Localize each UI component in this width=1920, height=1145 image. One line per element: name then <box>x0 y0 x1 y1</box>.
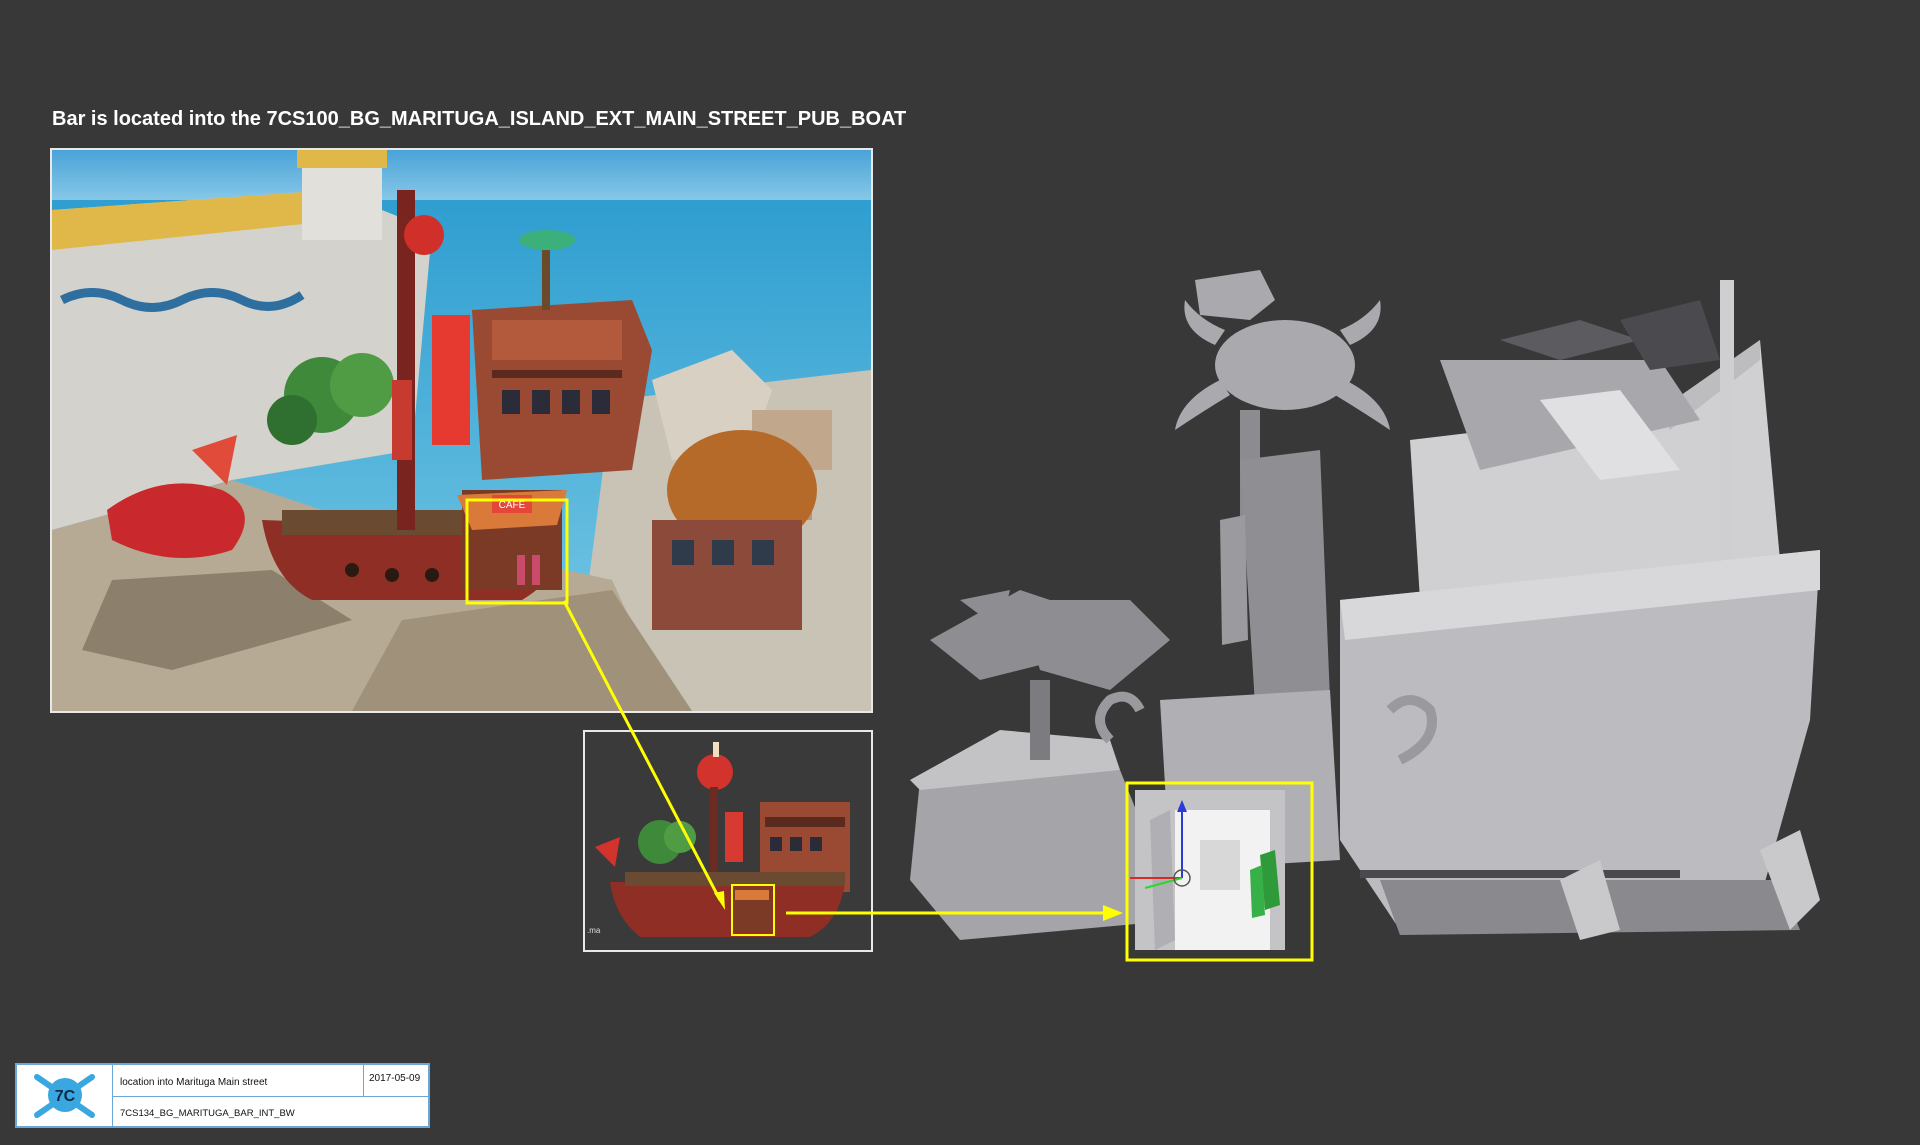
concept-art-image: CAFE <box>50 148 873 713</box>
studio-logo: 7C <box>17 1065 113 1126</box>
inset-file-label: .ma <box>587 926 601 935</box>
inset-boat-render <box>585 732 871 950</box>
skull-logo-icon: 7C <box>34 1074 95 1118</box>
location-description: location into Marituga Main street <box>120 1077 268 1088</box>
logo-text: 7C <box>55 1088 76 1105</box>
concept-art-illustration: CAFE <box>52 150 871 711</box>
tree-model <box>930 590 1170 760</box>
cabin-model <box>1410 280 1780 600</box>
date-label: 2017-05-09 <box>369 1073 421 1084</box>
filename-label: 7CS134_BG_MARITUGA_BAR_INT_BW <box>120 1108 295 1119</box>
connector-arrow-head-2 <box>1103 905 1123 921</box>
model-highlight-box <box>1125 781 1314 962</box>
hull-model <box>910 550 1820 940</box>
page-title: Bar is located into the 7CS100_BG_MARITU… <box>52 108 907 130</box>
crab-vane-model <box>1175 270 1390 550</box>
cafe-sign-text: CAFE <box>499 500 526 511</box>
inset-render-image: .ma <box>583 730 873 952</box>
title-block: 7C location into Marituga Main street 20… <box>15 1063 430 1128</box>
